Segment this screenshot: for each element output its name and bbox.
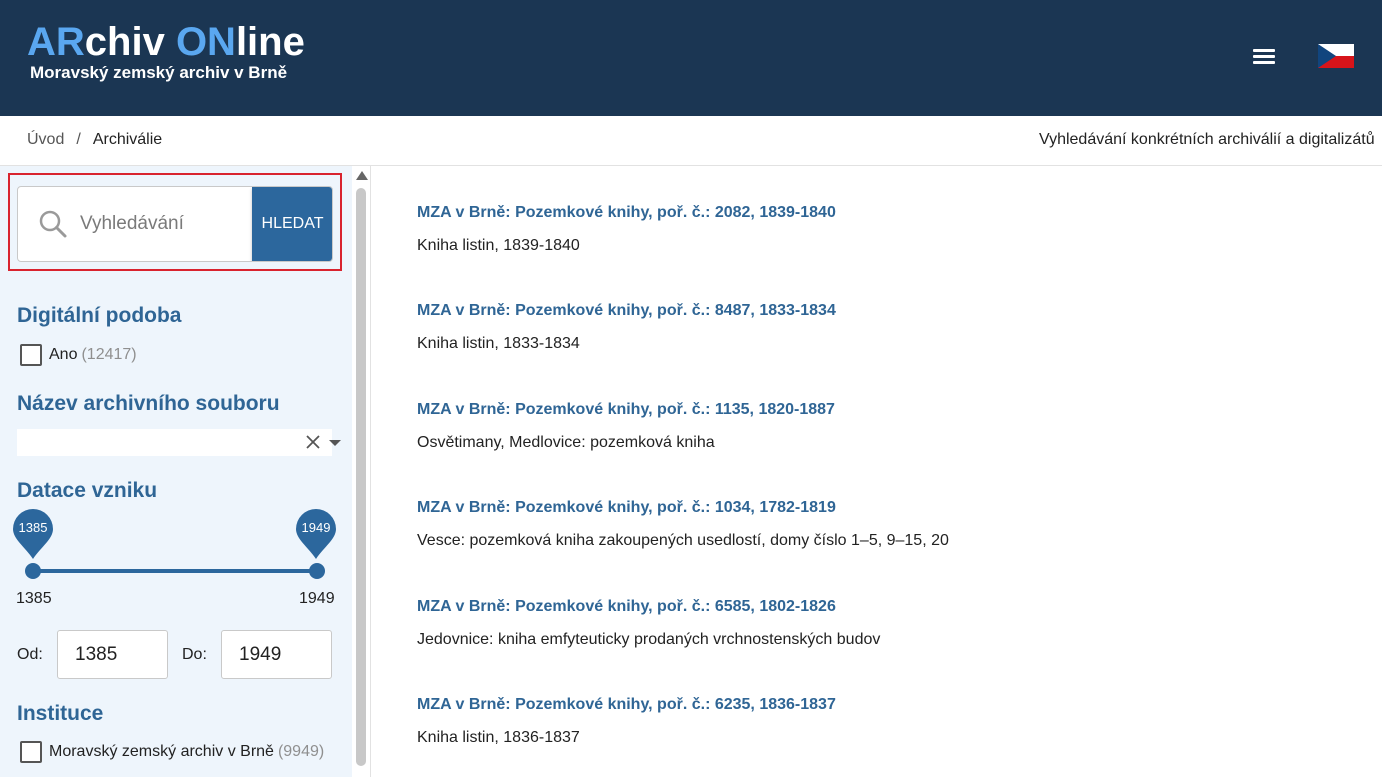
facet-title-dating: Datace vzniku [17,479,158,502]
breadcrumb-separator: / [76,131,81,148]
institution-label: Moravský zemský archiv v Brně [49,743,274,760]
slider-min-label: 1385 [16,590,52,607]
result-description: Kniha listin, 1833-1834 [417,335,580,352]
result-title-link[interactable]: MZA v Brně: Pozemkové knihy, poř. č.: 11… [417,401,1317,419]
result-description: Vesce: pozemková kniha zakoupených usedl… [417,532,949,549]
slider-min-handle[interactable] [25,563,41,579]
slider-min-pin-label: 1385 [18,520,48,535]
digital-yes-count: (12417) [81,346,137,363]
site-logo[interactable]: ARchiv ONline Moravský zemský archiv v B… [27,22,305,83]
facet-title-fonds: Název archivního souboru [17,392,280,415]
from-year-input[interactable] [57,630,168,679]
fonds-select[interactable] [17,429,341,456]
institution-checkbox[interactable] [20,741,42,763]
breadcrumb-home-link[interactable]: Úvod [27,131,64,148]
sidebar-scrollbar[interactable] [352,166,371,777]
digital-yes-checkbox-row[interactable]: Ano (12417) [20,344,137,366]
result-description: Jedovnice: kniha emfyteuticky prodaných … [417,631,881,648]
result-title-link[interactable]: MZA v Brně: Pozemkové knihy, poř. č.: 62… [417,696,1317,714]
slider-max-pin-label: 1949 [301,520,331,535]
scrollbar-thumb[interactable] [356,188,366,766]
digital-yes-checkbox[interactable] [20,344,42,366]
logo-on: ON [175,20,236,64]
logo-title: ARchiv ONline [27,22,305,62]
filter-sidebar: HLEDAT Digitální podoba Ano(12417) Název… [0,166,352,777]
logo-line: line [235,20,305,64]
result-title-link[interactable]: MZA v Brně: Pozemkové knihy, poř. č.: 84… [417,302,1317,320]
list-item: MZA v Brně: Pozemkové knihy, poř. č.: 10… [417,499,1317,550]
czech-flag-icon[interactable] [1318,44,1354,68]
site-header: ARchiv ONline Moravský zemský archiv v B… [0,0,1382,116]
facet-title-digital: Digitální podoba [17,304,182,327]
digital-yes-label: Ano [49,346,78,363]
list-item: MZA v Brně: Pozemkové knihy, poř. č.: 84… [417,302,1317,353]
logo-ar: AR [27,20,85,64]
institution-checkbox-row[interactable]: Moravský zemský archiv v Brně (9949) [20,741,324,763]
search-icon [39,210,67,238]
slider-max-label: 1949 [299,590,335,607]
result-title-link[interactable]: MZA v Brně: Pozemkové knihy, poř. č.: 20… [417,204,1317,222]
list-item: MZA v Brně: Pozemkové knihy, poř. č.: 11… [417,401,1317,452]
caret-down-icon[interactable] [329,440,341,446]
date-range-slider-track[interactable] [32,569,316,573]
from-label: Od: [17,646,43,663]
logo-subtitle: Moravský zemský archiv v Brně [30,63,288,82]
breadcrumb: Úvod / Archiválie [27,131,162,149]
institution-count: (9949) [277,743,325,760]
slider-max-handle[interactable] [309,563,325,579]
clear-icon[interactable] [305,434,321,450]
result-description: Kniha listin, 1836-1837 [417,729,580,746]
search-input[interactable] [80,187,250,261]
result-description: Osvětimany, Medlovice: pozemková kniha [417,434,715,451]
logo-chiv: chiv [84,20,176,64]
result-title-link[interactable]: MZA v Brně: Pozemkové knihy, poř. č.: 65… [417,598,1317,616]
to-year-input[interactable] [221,630,332,679]
to-label: Do: [182,646,207,663]
hamburger-menu-icon[interactable] [1252,47,1276,65]
list-item: MZA v Brně: Pozemkové knihy, poř. č.: 62… [417,696,1317,747]
search-box: HLEDAT [17,186,333,262]
result-title-link[interactable]: MZA v Brně: Pozemkové knihy, poř. č.: 10… [417,499,1317,517]
result-description: Kniha listin, 1839-1840 [417,237,580,254]
app-root: ARchiv ONline Moravský zemský archiv v B… [0,0,1382,777]
breadcrumb-bar: Úvod / Archiválie Vyhledávání konkrétních … [0,116,1382,166]
list-item: MZA v Brně: Pozemkové knihy, poř. č.: 20… [417,204,1317,255]
page-description: Vyhledávání konkrétních archiválií a dig… [1039,131,1375,148]
results-list: MZA v Brně: Pozemkové knihy, poř. č.: 20… [372,166,1382,777]
facet-title-institution: Instituce [17,702,104,725]
search-button[interactable]: HLEDAT [252,187,332,261]
list-item: MZA v Brně: Pozemkové knihy, poř. č.: 65… [417,598,1317,649]
breadcrumb-current: Archiválie [92,131,163,148]
scroll-up-arrow-icon[interactable] [356,171,368,180]
